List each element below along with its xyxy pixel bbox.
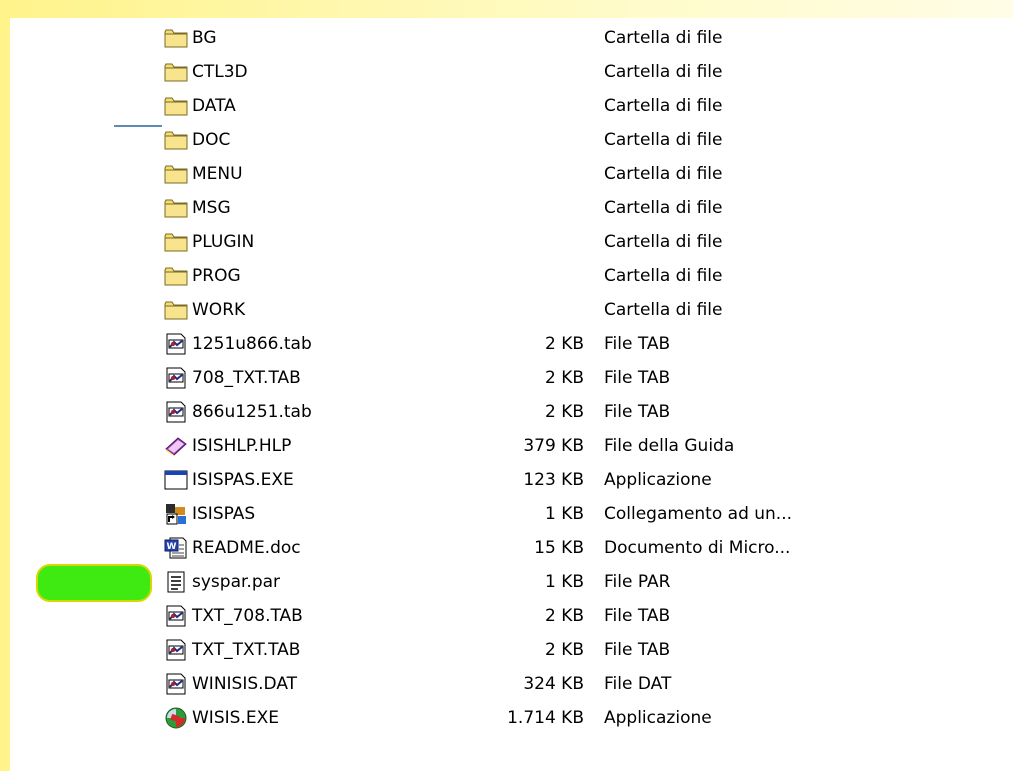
file-size: 2 KB xyxy=(544,606,584,626)
file-row[interactable]: MENU Cartella di file xyxy=(160,157,880,191)
file-row[interactable]: PLUGIN Cartella di file xyxy=(160,225,880,259)
file-size: 15 KB xyxy=(534,538,584,558)
file-row[interactable]: ISISPAS.EXE 123 KB Applicazione xyxy=(160,463,880,497)
file-row[interactable]: CTL3D Cartella di file xyxy=(160,55,880,89)
folder-icon xyxy=(164,231,188,253)
file-name: TXT_TXT.TAB xyxy=(192,640,301,660)
file-name: 866u1251.tab xyxy=(192,402,312,422)
file-name: PLUGIN xyxy=(192,232,255,252)
folder-icon xyxy=(164,61,188,83)
tab-file-icon xyxy=(164,401,188,423)
file-size: 1 KB xyxy=(544,572,584,592)
help-file-icon xyxy=(164,435,188,457)
wisis-app-icon xyxy=(164,707,188,729)
file-row[interactable]: BG Cartella di file xyxy=(160,21,880,55)
folder-icon xyxy=(164,197,188,219)
file-type: Cartella di file xyxy=(604,198,723,218)
file-row[interactable]: WINISIS.DAT 324 KB File DAT xyxy=(160,667,880,701)
file-size: 2 KB xyxy=(544,334,584,354)
file-size: 1 KB xyxy=(544,504,584,524)
file-name: DATA xyxy=(192,96,236,116)
file-name: MENU xyxy=(192,164,243,184)
file-row[interactable]: WISIS.EXE 1.714 KB Applicazione xyxy=(160,701,880,735)
file-name: WISIS.EXE xyxy=(192,708,279,728)
file-size: 324 KB xyxy=(523,674,584,694)
file-name: DOC xyxy=(192,130,231,150)
file-name: WINISIS.DAT xyxy=(192,674,298,694)
file-row[interactable]: 708_TXT.TAB 2 KB File TAB xyxy=(160,361,880,395)
file-name: TXT_708.TAB xyxy=(192,606,303,626)
tab-file-icon xyxy=(164,605,188,627)
file-row[interactable]: ISISHLP.HLP 379 KB File della Guida xyxy=(160,429,880,463)
file-type: Cartella di file xyxy=(604,164,723,184)
file-type: Cartella di file xyxy=(604,130,723,150)
file-type: File TAB xyxy=(604,334,671,354)
file-name: MSG xyxy=(192,198,231,218)
file-row[interactable]: 866u1251.tab 2 KB File TAB xyxy=(160,395,880,429)
file-size: 379 KB xyxy=(523,436,584,456)
file-list: BG Cartella di file CTL3D Cartella di file D… xyxy=(0,0,1013,771)
file-type: File TAB xyxy=(604,640,671,660)
file-type: Cartella di file xyxy=(604,300,723,320)
file-type: Cartella di file xyxy=(604,28,723,48)
folder-icon xyxy=(164,27,188,49)
svg-text:W: W xyxy=(167,542,177,552)
shortcut-icon xyxy=(164,503,188,525)
file-name: README.doc xyxy=(192,538,301,558)
file-row[interactable]: DOC Cartella di file xyxy=(160,123,880,157)
application-icon xyxy=(164,469,188,491)
folder-icon xyxy=(164,265,188,287)
file-name: 1251u866.tab xyxy=(192,334,312,354)
file-type: File PAR xyxy=(604,572,671,592)
file-size: 2 KB xyxy=(544,402,584,422)
folder-icon xyxy=(164,299,188,321)
file-type: Cartella di file xyxy=(604,96,723,116)
file-row[interactable]: ISISPAS 1 KB Collegamento ad un... xyxy=(160,497,880,531)
folder-icon xyxy=(164,163,188,185)
file-row[interactable]: syspar.par 1 KB File PAR xyxy=(160,565,880,599)
file-type: File TAB xyxy=(604,606,671,626)
file-row[interactable]: WORK Cartella di file xyxy=(160,293,880,327)
file-type: Cartella di file xyxy=(604,62,723,82)
file-name: WORK xyxy=(192,300,246,320)
file-row[interactable]: 1251u866.tab 2 KB File TAB xyxy=(160,327,880,361)
file-type: Documento di Micro... xyxy=(604,538,791,558)
file-type: File della Guida xyxy=(604,436,735,456)
file-row[interactable]: TXT_TXT.TAB 2 KB File TAB xyxy=(160,633,880,667)
file-name: BG xyxy=(192,28,217,48)
file-size: 1.714 KB xyxy=(507,708,584,728)
file-type: File DAT xyxy=(604,674,672,694)
file-name: syspar.par xyxy=(192,572,281,592)
file-size: 2 KB xyxy=(544,368,584,388)
file-row[interactable]: PROG Cartella di file xyxy=(160,259,880,293)
tab-file-icon xyxy=(164,673,188,695)
tab-file-icon xyxy=(164,639,188,661)
file-name: ISISHLP.HLP xyxy=(192,436,292,456)
file-row[interactable]: MSG Cartella di file xyxy=(160,191,880,225)
file-row[interactable]: DATA Cartella di file xyxy=(160,89,880,123)
file-name: CTL3D xyxy=(192,62,248,82)
file-type: Cartella di file xyxy=(604,266,723,286)
text-file-icon xyxy=(164,571,188,593)
file-row[interactable]: TXT_708.TAB 2 KB File TAB xyxy=(160,599,880,633)
tab-file-icon xyxy=(164,333,188,355)
file-name: PROG xyxy=(192,266,241,286)
tab-file-icon xyxy=(164,367,188,389)
file-size: 2 KB xyxy=(544,640,584,660)
file-type: Collegamento ad un... xyxy=(604,504,793,524)
folder-icon xyxy=(164,95,188,117)
word-document-icon: W xyxy=(164,537,188,559)
file-name: 708_TXT.TAB xyxy=(192,368,301,388)
folder-icon xyxy=(164,129,188,151)
file-type: File TAB xyxy=(604,402,671,422)
file-name: ISISPAS.EXE xyxy=(192,470,294,490)
file-type: Cartella di file xyxy=(604,232,723,252)
file-name: ISISPAS xyxy=(192,504,256,524)
file-type: Applicazione xyxy=(604,708,712,728)
file-size: 123 KB xyxy=(523,470,584,490)
file-row[interactable]: W README.doc 15 KB Documento di Micro... xyxy=(160,531,880,565)
file-type: File TAB xyxy=(604,368,671,388)
file-type: Applicazione xyxy=(604,470,712,490)
